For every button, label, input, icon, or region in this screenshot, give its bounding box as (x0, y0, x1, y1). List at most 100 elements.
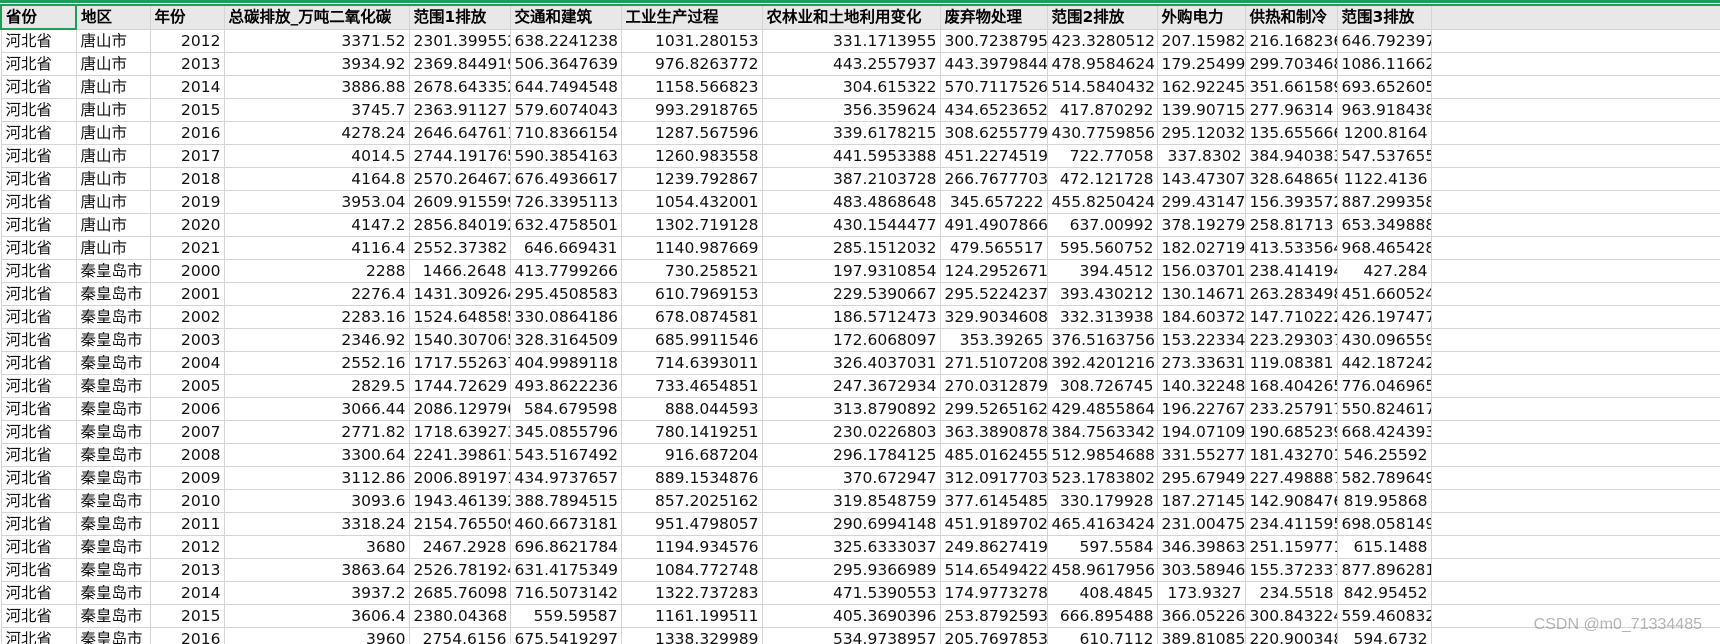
table-cell[interactable]: 唐山市 (75, 98, 151, 122)
table-cell[interactable]: 2288 (223, 259, 410, 283)
table-cell[interactable]: 512.9854688 (1046, 443, 1158, 467)
table-cell[interactable]: 2467.2928 (408, 535, 511, 559)
table-cell-empty[interactable] (1430, 190, 1720, 214)
table-cell[interactable]: 780.1419251 (620, 420, 763, 444)
table-cell[interactable]: 3318.24 (223, 512, 410, 536)
table-cell[interactable]: 582.789649 (1336, 466, 1432, 490)
table-cell[interactable]: 秦皇岛市 (75, 535, 151, 559)
table-cell[interactable]: 234.5518 (1244, 581, 1338, 605)
table-cell[interactable]: 3960 (223, 627, 410, 644)
table-cell[interactable]: 秦皇岛市 (75, 581, 151, 605)
table-cell[interactable]: 河北省 (0, 466, 77, 490)
table-cell[interactable]: 2002 (149, 305, 225, 329)
table-cell[interactable]: 326.4037031 (761, 351, 941, 375)
table-cell[interactable]: 678.0874581 (620, 305, 763, 329)
table-cell[interactable]: 2283.16 (223, 305, 410, 329)
table-cell[interactable]: 534.9738957 (761, 627, 941, 644)
table-cell[interactable]: 377.6145485 (939, 489, 1048, 513)
table-cell[interactable]: 207.15982 (1156, 28, 1246, 53)
table-cell[interactable]: 1338.329989 (620, 627, 763, 644)
table-cell[interactable]: 秦皇岛市 (75, 604, 151, 628)
table-cell[interactable]: 675.5419297 (509, 627, 622, 644)
table-cell[interactable]: 376.5163756 (1046, 328, 1158, 352)
table-cell[interactable]: 2003 (149, 328, 225, 352)
column-header[interactable]: 工业生产过程 (620, 4, 763, 30)
table-cell[interactable]: 610.7969153 (620, 282, 763, 306)
table-cell[interactable]: 430.7759856 (1046, 121, 1158, 145)
table-cell[interactable]: 河北省 (0, 121, 77, 145)
table-cell[interactable]: 388.7894515 (509, 489, 622, 513)
table-cell[interactable]: 308.6255779 (939, 121, 1048, 145)
table-cell[interactable]: 1031.280153 (620, 28, 763, 53)
table-cell[interactable]: 2019 (149, 190, 225, 214)
table-cell[interactable]: 308.726745 (1046, 374, 1158, 398)
table-cell[interactable]: 227.498887 (1244, 466, 1338, 490)
table-cell[interactable]: 413.7799266 (509, 259, 622, 283)
table-cell[interactable]: 963.918438 (1336, 98, 1432, 122)
table-cell[interactable]: 143.47307 (1156, 167, 1246, 191)
table-cell[interactable]: 2021 (149, 236, 225, 260)
table-cell[interactable]: 2301.399552 (408, 28, 511, 53)
table-cell[interactable]: 2754.6156 (408, 627, 511, 644)
table-cell[interactable]: 632.4758501 (509, 213, 622, 237)
table-cell[interactable]: 455.8250424 (1046, 190, 1158, 214)
table-cell-empty[interactable] (1430, 558, 1720, 582)
table-cell-empty[interactable] (1430, 121, 1720, 145)
table-cell[interactable]: 2001 (149, 282, 225, 306)
table-cell[interactable]: 184.60372 (1156, 305, 1246, 329)
table-cell[interactable]: 423.3280512 (1046, 28, 1158, 53)
table-cell[interactable]: 2010 (149, 489, 225, 513)
table-cell[interactable]: 471.5390553 (761, 581, 941, 605)
table-cell[interactable]: 2006.891971 (408, 466, 511, 490)
table-cell[interactable]: 1200.8164 (1336, 121, 1432, 145)
table-cell-empty[interactable] (1430, 489, 1720, 513)
table-cell[interactable]: 135.655666 (1244, 121, 1338, 145)
table-cell[interactable]: 393.430212 (1046, 282, 1158, 306)
table-cell[interactable]: 384.940383 (1244, 144, 1338, 168)
table-cell[interactable]: 唐山市 (75, 75, 151, 99)
table-cell[interactable]: 147.710222 (1244, 305, 1338, 329)
table-cell[interactable]: 384.7563342 (1046, 420, 1158, 444)
table-cell[interactable]: 2014 (149, 75, 225, 99)
table-cell[interactable]: 130.14671 (1156, 282, 1246, 306)
table-cell-empty[interactable] (1430, 144, 1720, 168)
table-cell[interactable]: 646.792397 (1336, 28, 1432, 53)
table-cell[interactable]: 2363.91127 (408, 98, 511, 122)
table-cell[interactable]: 230.0226803 (761, 420, 941, 444)
table-cell[interactable]: 1717.552637 (408, 351, 511, 375)
table-cell[interactable]: 3066.44 (223, 397, 410, 421)
table-cell[interactable]: 4147.2 (223, 213, 410, 237)
table-cell[interactable]: 唐山市 (75, 236, 151, 260)
table-cell[interactable]: 119.08381 (1244, 351, 1338, 375)
table-cell-empty[interactable] (1430, 305, 1720, 329)
table-cell[interactable]: 337.8302 (1156, 144, 1246, 168)
table-cell[interactable]: 543.5167492 (509, 443, 622, 467)
table-cell[interactable]: 168.404265 (1244, 374, 1338, 398)
table-cell[interactable]: 394.4512 (1046, 259, 1158, 283)
table-cell[interactable]: 2015 (149, 98, 225, 122)
table-cell[interactable]: 2017 (149, 144, 225, 168)
table-cell[interactable]: 345.657222 (939, 190, 1048, 214)
table-cell[interactable]: 330.0864186 (509, 305, 622, 329)
table-cell[interactable]: 2007 (149, 420, 225, 444)
table-cell[interactable]: 716.5073142 (509, 581, 622, 605)
table-cell[interactable]: 186.5712473 (761, 305, 941, 329)
table-cell[interactable]: 857.2025162 (620, 489, 763, 513)
table-cell[interactable]: 2526.781924 (408, 558, 511, 582)
table-cell[interactable]: 秦皇岛市 (75, 282, 151, 306)
table-cell[interactable]: 405.3690396 (761, 604, 941, 628)
table-cell[interactable]: 唐山市 (75, 52, 151, 76)
table-cell[interactable]: 299.43147 (1156, 190, 1246, 214)
table-cell[interactable]: 887.299358 (1336, 190, 1432, 214)
table-cell[interactable]: 河北省 (0, 236, 77, 260)
table-cell[interactable]: 3863.64 (223, 558, 410, 582)
column-header[interactable]: 农林业和土地利用变化 (761, 4, 941, 30)
table-cell[interactable]: 秦皇岛市 (75, 420, 151, 444)
table-cell[interactable]: 2154.765509 (408, 512, 511, 536)
table-cell[interactable]: 156.03701 (1156, 259, 1246, 283)
table-cell[interactable]: 733.4654851 (620, 374, 763, 398)
table-cell-empty[interactable] (1430, 420, 1720, 444)
table-cell[interactable]: 唐山市 (75, 144, 151, 168)
table-cell-empty[interactable] (1430, 466, 1720, 490)
table-cell-empty[interactable] (1430, 213, 1720, 237)
